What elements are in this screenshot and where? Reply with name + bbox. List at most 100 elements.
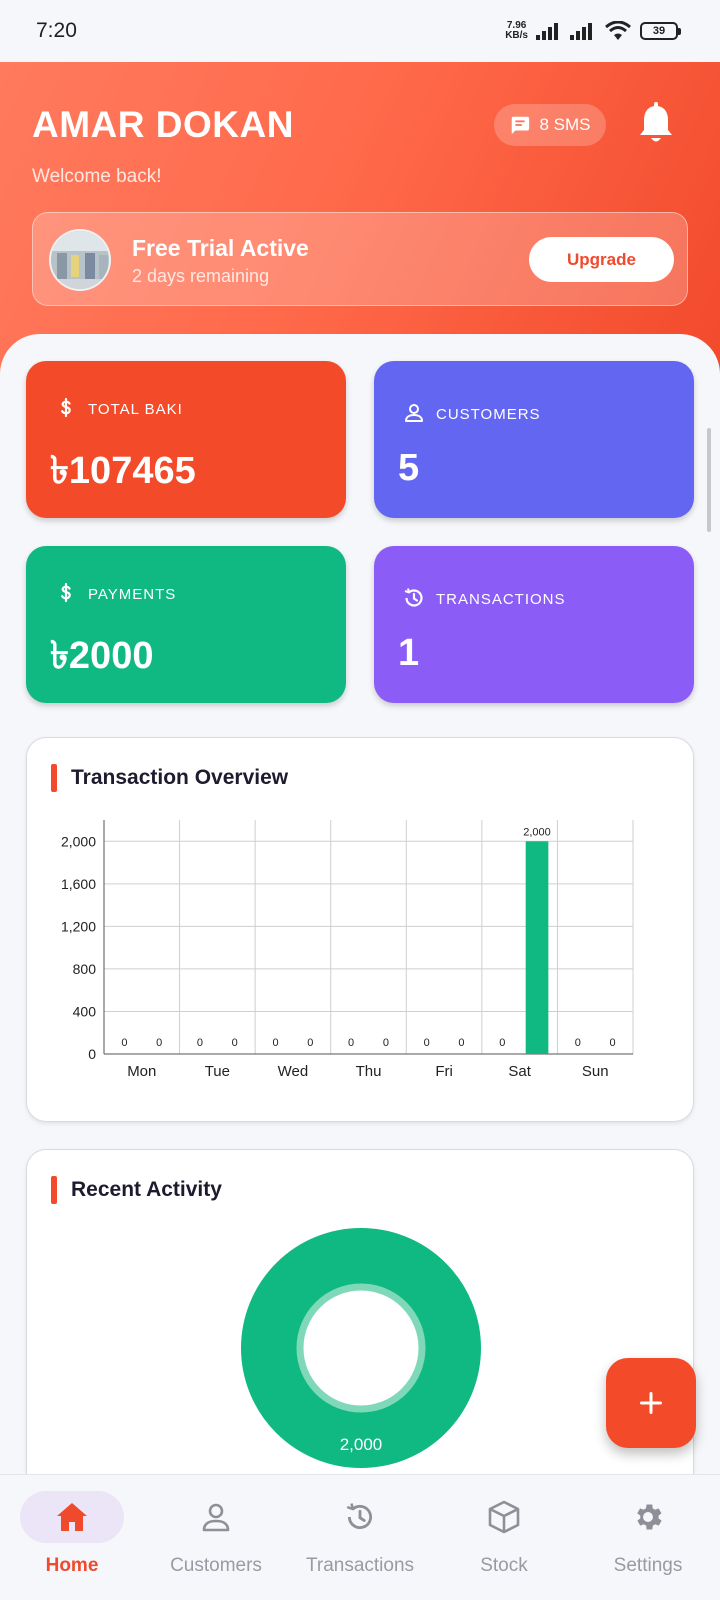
battery-level: 39 <box>652 25 666 37</box>
recent-activity-donut-chart: 2,000 <box>241 1228 481 1468</box>
customers-label: CUSTOMERS <box>436 406 541 423</box>
transactions-label: TRANSACTIONS <box>436 591 566 608</box>
battery-indicator: 39 <box>640 22 681 40</box>
shop-avatar <box>49 229 111 291</box>
dollar-icon <box>61 397 71 418</box>
trial-title: Free Trial Active <box>132 235 309 261</box>
bar-value-label: 0 <box>383 1037 389 1049</box>
payments-value: ৳2000 <box>50 635 154 677</box>
overview-title: Transaction Overview <box>71 766 289 789</box>
nav-item-settings[interactable]: Settings <box>576 1489 720 1589</box>
history-icon <box>404 588 423 607</box>
nav-item-transactions[interactable]: Transactions <box>288 1489 432 1589</box>
notifications-button[interactable] <box>636 102 676 146</box>
transaction-overview-panel: Transaction Overview 0 400 800 1,200 1,600 2,… <box>26 737 694 1122</box>
accent-bar <box>51 764 57 792</box>
x-tick-label: Sat <box>508 1063 531 1080</box>
y-tick-label: 800 <box>73 961 97 977</box>
total-baki-value: ৳107465 <box>50 450 196 492</box>
sms-count: 8 SMS <box>539 115 591 134</box>
bar-value-label: 0 <box>121 1037 127 1049</box>
bell-icon <box>640 102 672 142</box>
history-icon <box>346 1503 373 1529</box>
wifi-icon <box>605 21 631 40</box>
nav-icon-wrap <box>452 1491 556 1543</box>
y-tick-label: 400 <box>73 1003 97 1019</box>
payments-label: PAYMENTS <box>88 586 177 603</box>
y-tick-label: 0 <box>88 1046 96 1062</box>
y-tick-label: 1,200 <box>61 918 96 934</box>
x-tick-label: Fri <box>435 1063 453 1080</box>
status-time: 7:20 <box>36 19 77 42</box>
nav-label-settings: Settings <box>613 1555 683 1576</box>
x-tick-label: Tue <box>205 1063 230 1080</box>
box-icon <box>488 1500 520 1534</box>
network-speed-unit: KB/s <box>505 30 528 41</box>
bottom-navigation: Home Customers Transactions Stock Settin… <box>0 1474 720 1600</box>
shop-photo <box>51 231 109 289</box>
status-icons: 7.96 KB/s 39 <box>505 21 681 41</box>
bar-value-label: 0 <box>458 1037 464 1049</box>
y-tick-label: 2,000 <box>61 833 96 849</box>
total-baki-card[interactable]: TOTAL BAKI ৳107465 <box>26 361 346 518</box>
customers-value: 5 <box>398 447 420 489</box>
bar-value-label: 0 <box>424 1037 430 1049</box>
recent-activity-panel: Recent Activity 2,000 <box>26 1149 694 1489</box>
bar-value-label: 0 <box>575 1037 581 1049</box>
nav-icon-wrap <box>596 1491 700 1543</box>
person-icon <box>405 404 423 422</box>
scrollbar[interactable] <box>707 428 711 532</box>
dollar-icon <box>61 582 71 603</box>
payments-card[interactable]: PAYMENTS ৳2000 <box>26 546 346 703</box>
bar-value-label: 0 <box>307 1037 313 1049</box>
sms-balance-button[interactable]: 8 SMS <box>494 104 606 146</box>
signal-icon <box>536 23 558 40</box>
plus-icon <box>640 1392 662 1414</box>
transactions-value: 1 <box>398 632 420 674</box>
nav-label-stock: Stock <box>480 1555 528 1576</box>
home-icon <box>57 1503 87 1531</box>
status-bar: 7:20 7.96 KB/s 39 <box>0 0 720 62</box>
bar <box>525 841 549 1054</box>
y-tick-label: 1,600 <box>61 876 96 892</box>
nav-label-home: Home <box>45 1555 99 1576</box>
nav-item-stock[interactable]: Stock <box>432 1489 576 1589</box>
nav-item-home[interactable]: Home <box>0 1489 144 1589</box>
transaction-bar-chart: 0 400 800 1,200 1,600 2,000 0 0 Mon 0 0 Tue 0 0 Wed 0 0 T… <box>61 820 634 1080</box>
donut-value-label: 2,000 <box>340 1435 383 1454</box>
bar-value-label: 0 <box>499 1037 505 1049</box>
x-tick-label: Sun <box>582 1063 609 1080</box>
bar-value-label: 0 <box>610 1037 616 1049</box>
trial-banner: Free Trial Active 2 days remaining Upgra… <box>32 212 688 306</box>
signal-icon <box>570 23 592 40</box>
nav-label-transactions: Transactions <box>305 1555 415 1576</box>
bar-value-label: 0 <box>156 1037 162 1049</box>
x-tick-label: Mon <box>127 1063 156 1080</box>
transactions-card[interactable]: TRANSACTIONS 1 <box>374 546 694 703</box>
gear-icon <box>637 1504 662 1530</box>
nav-item-customers[interactable]: Customers <box>144 1489 288 1589</box>
x-tick-label: Thu <box>356 1063 382 1080</box>
welcome-text: Welcome back! <box>32 166 162 187</box>
total-baki-label: TOTAL BAKI <box>88 401 183 418</box>
donut-inner-ring <box>296 1283 426 1413</box>
bar-value-label: 0 <box>197 1037 203 1049</box>
nav-icon-wrap <box>308 1491 412 1543</box>
upgrade-button[interactable]: Upgrade <box>529 237 674 282</box>
activity-title: Recent Activity <box>71 1178 222 1201</box>
bar-value-label: 2,000 <box>523 826 551 838</box>
nav-label-customers: Customers <box>170 1555 262 1576</box>
add-button[interactable] <box>606 1358 696 1448</box>
accent-bar <box>51 1176 57 1204</box>
customers-card[interactable]: CUSTOMERS 5 <box>374 361 694 518</box>
shop-name: AMAR DOKAN <box>32 104 294 145</box>
network-speed: 7.96 KB/s <box>505 21 528 41</box>
bar-value-label: 0 <box>348 1037 354 1049</box>
bar-value-label: 0 <box>232 1037 238 1049</box>
person-icon <box>202 1503 230 1532</box>
nav-icon-wrap <box>164 1491 268 1543</box>
bar-value-label: 0 <box>272 1037 278 1049</box>
trial-remaining: 2 days remaining <box>132 266 270 286</box>
message-icon <box>512 116 530 135</box>
x-tick-label: Wed <box>278 1063 309 1080</box>
